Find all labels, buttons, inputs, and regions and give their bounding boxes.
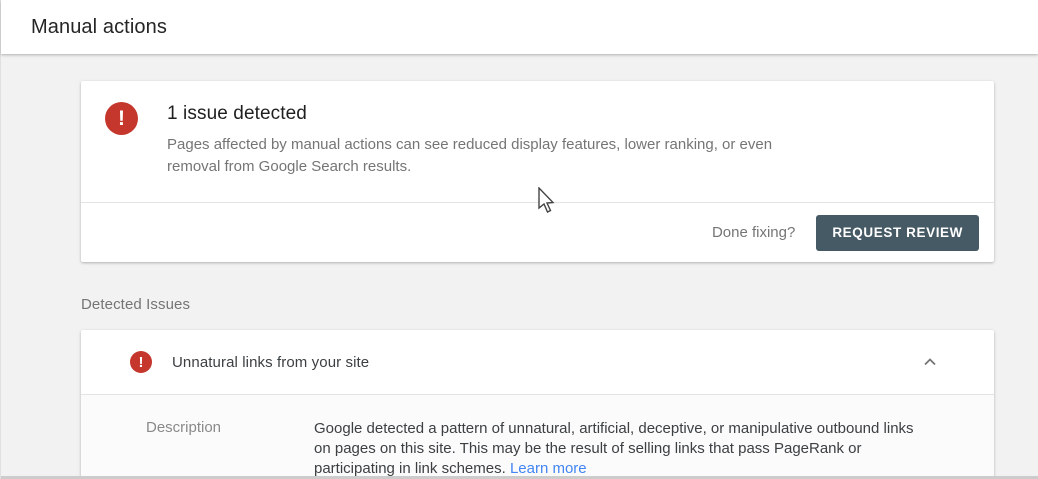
error-icon: ! [105,102,138,135]
page-title: Manual actions [31,15,167,38]
done-fixing-label: Done fixing? [711,224,796,241]
issue-summary-text: 1 issue detected Pages affected by manua… [167,101,807,178]
detected-issues-label: Detected Issues [81,296,191,313]
issue-summary-description: Pages affected by manual actions can see… [167,136,773,175]
issue-title: Unnatural links from your site [172,353,370,371]
learn-more-link[interactable]: Learn more [510,460,587,477]
summary-action-bar: Done fixing? REQUEST REVIEW [81,203,994,262]
main-content: ! 1 issue detected Pages affected by man… [81,54,994,479]
issue-row-header[interactable]: ! Unnatural links from your site [81,330,994,395]
issue-count-heading: 1 issue detected [167,103,307,124]
issue-summary-body: ! 1 issue detected Pages affected by man… [81,81,994,203]
error-icon: ! [130,351,152,373]
app-header: Manual actions [1,0,1038,54]
issue-card: ! Unnatural links from your site Descrip… [81,330,994,479]
description-label: Description [146,419,222,436]
description-text: Google detected a pattern of unnatural, … [314,419,914,479]
request-review-button[interactable]: REQUEST REVIEW [816,214,979,251]
issue-summary-card: ! 1 issue detected Pages affected by man… [81,81,994,262]
chevron-up-icon[interactable] [922,354,938,370]
description-body: Google detected a pattern of unnatural, … [314,420,914,477]
issue-detail-row: Description Google detected a pattern of… [81,395,994,479]
